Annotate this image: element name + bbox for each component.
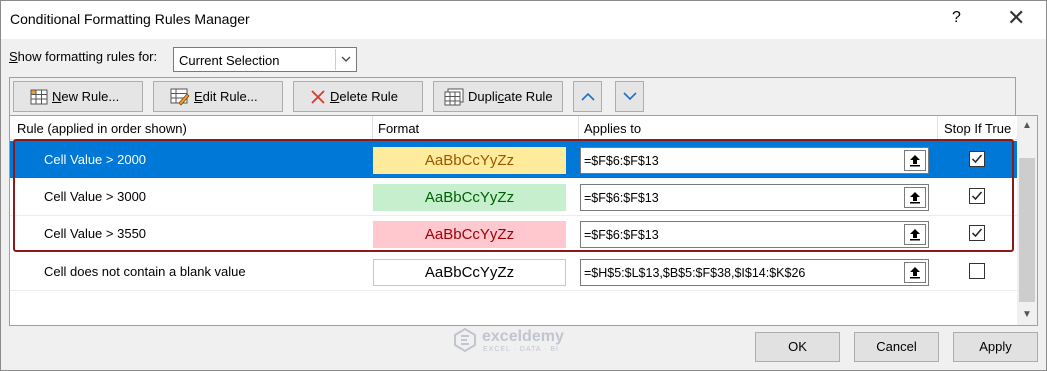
applies-to-field[interactable]: =$F$6:$F$13: [580, 184, 929, 211]
rule-description: Cell Value > 3550: [44, 226, 147, 241]
chevron-down-icon[interactable]: [335, 49, 355, 70]
stop-if-true-checkbox[interactable]: [969, 188, 985, 204]
rule-row[interactable]: Cell Value > 3000 AaBbCcYyZz =$F$6:$F$13: [10, 178, 1017, 215]
new-rule-button[interactable]: New Rule...: [13, 81, 143, 112]
col-format-header: Format: [378, 121, 420, 136]
grid-header: Rule (applied in order shown) Format App…: [10, 116, 1017, 140]
format-preview: AaBbCcYyZz: [373, 184, 566, 211]
delete-icon: [311, 89, 325, 104]
chevron-down-icon: [622, 92, 637, 101]
ok-button[interactable]: OK: [755, 332, 840, 362]
col-rule-header: Rule (applied in order shown): [17, 121, 187, 136]
rules-toolbar: New Rule... Edit Rule... Delete Rule Dup…: [9, 77, 1016, 116]
collapse-dialog-icon[interactable]: [904, 150, 926, 171]
help-icon[interactable]: ?: [952, 9, 961, 27]
applies-to-field[interactable]: =$H$5:$L$13,$B$5:$F$38,$I$14:$K$26: [580, 259, 929, 286]
apply-button[interactable]: Apply: [953, 332, 1038, 362]
col-applies-header: Applies to: [584, 121, 642, 136]
delete-rule-button[interactable]: Delete Rule: [293, 81, 423, 112]
move-up-button[interactable]: [573, 81, 602, 112]
duplicate-rule-icon: [444, 88, 464, 105]
duplicate-rule-button[interactable]: Duplicate Rule: [433, 81, 563, 112]
new-rule-icon: [30, 89, 48, 104]
stop-if-true-checkbox[interactable]: [969, 225, 985, 241]
col-stop-header: Stop If True: [944, 121, 1012, 136]
format-preview: AaBbCcYyZz: [373, 259, 566, 286]
rules-manager-dialog: Conditional Formatting Rules Manager ? ✕…: [0, 0, 1047, 371]
edit-rule-button[interactable]: Edit Rule...: [153, 81, 283, 112]
chevron-up-icon: [580, 92, 595, 101]
scroll-down-icon[interactable]: ▼: [1017, 305, 1037, 325]
rule-description: Cell Value > 2000: [44, 152, 147, 167]
vertical-scrollbar[interactable]: ▲ ▼: [1017, 116, 1037, 325]
applies-to-field[interactable]: =$F$6:$F$13: [580, 147, 929, 174]
collapse-dialog-icon[interactable]: [904, 262, 926, 283]
applies-to-field[interactable]: =$F$6:$F$13: [580, 221, 929, 248]
show-rules-label: Show formatting rules for:: [9, 49, 158, 64]
move-down-button[interactable]: [615, 81, 644, 112]
title-bar: Conditional Formatting Rules Manager ? ✕: [1, 1, 1046, 39]
edit-rule-icon: [170, 88, 190, 106]
logo-icon: [454, 327, 476, 353]
close-icon[interactable]: ✕: [1007, 5, 1025, 31]
rules-grid: Rule (applied in order shown) Format App…: [9, 115, 1038, 326]
format-preview: AaBbCcYyZz: [373, 147, 566, 174]
watermark-logo: exceldemy EXCEL · DATA · BI: [452, 327, 602, 357]
rule-row[interactable]: Cell Value > 2000 AaBbCcYyZz =$F$6:$F$13: [10, 141, 1017, 178]
rule-description: Cell does not contain a blank value: [44, 264, 246, 279]
scroll-up-icon[interactable]: ▲: [1017, 116, 1037, 136]
stop-if-true-checkbox[interactable]: [969, 263, 985, 279]
scroll-thumb[interactable]: [1019, 158, 1035, 302]
stop-if-true-checkbox[interactable]: [969, 151, 985, 167]
rule-row[interactable]: Cell does not contain a blank value AaBb…: [10, 253, 1017, 290]
show-rules-value: Current Selection: [179, 53, 280, 68]
dialog-title: Conditional Formatting Rules Manager: [10, 11, 250, 27]
format-preview: AaBbCcYyZz: [373, 221, 566, 248]
cancel-button[interactable]: Cancel: [854, 332, 939, 362]
collapse-dialog-icon[interactable]: [904, 224, 926, 245]
rule-description: Cell Value > 3000: [44, 189, 147, 204]
rule-row[interactable]: Cell Value > 3550 AaBbCcYyZz =$F$6:$F$13: [10, 215, 1017, 252]
show-rules-select[interactable]: Current Selection: [173, 47, 357, 72]
collapse-dialog-icon[interactable]: [904, 187, 926, 208]
